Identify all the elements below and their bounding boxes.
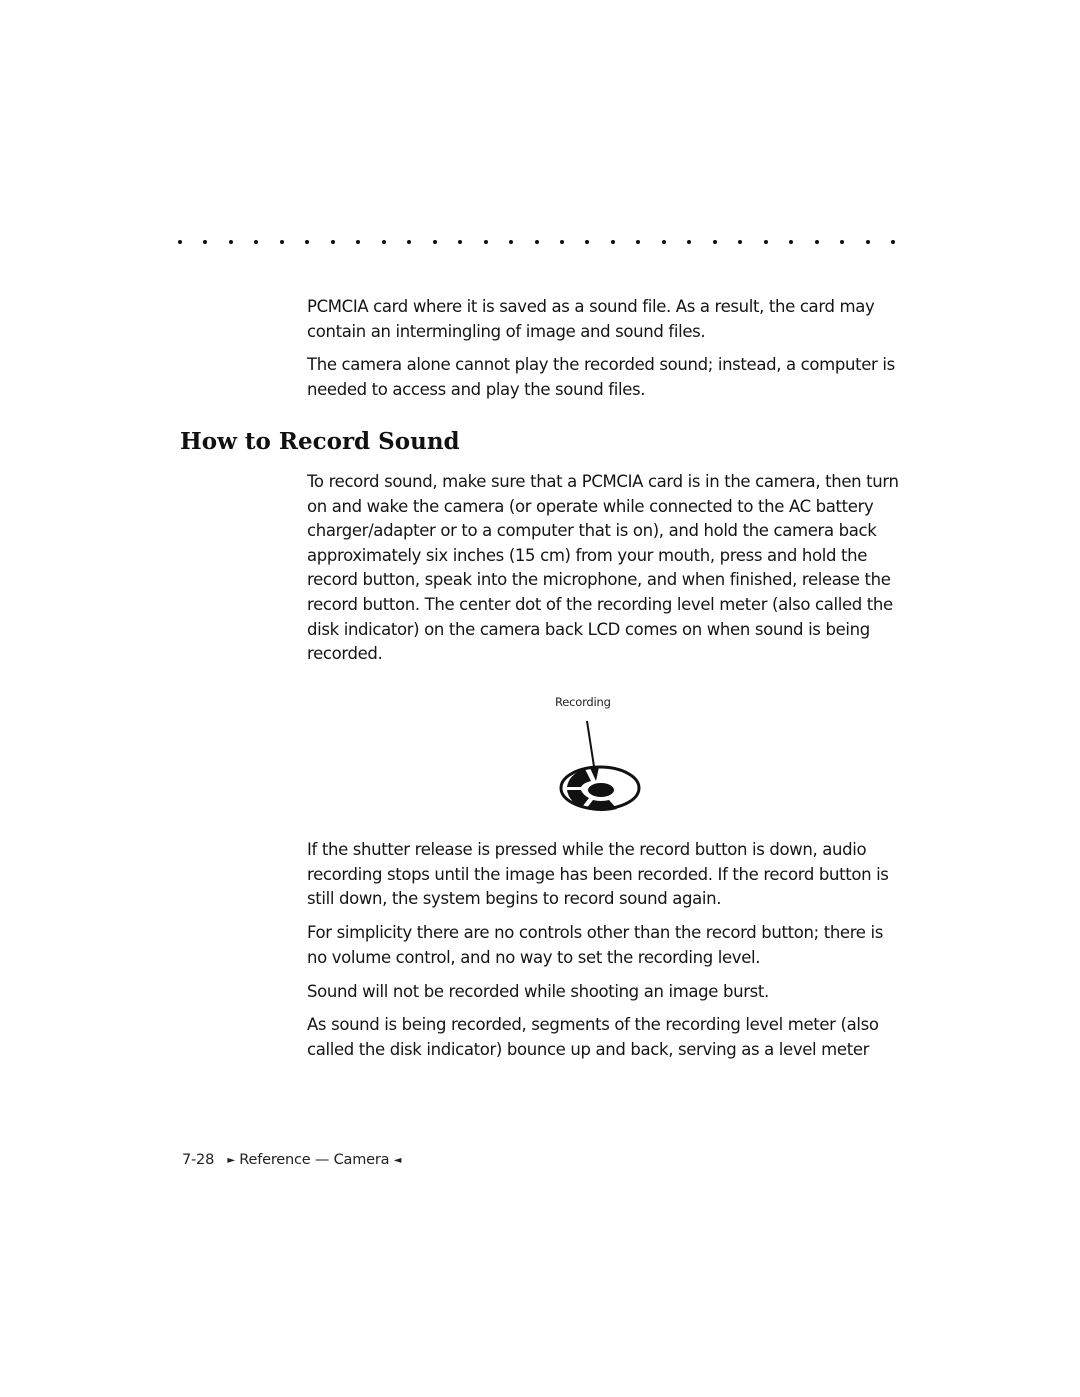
separator-dot (483, 240, 488, 244)
separator-dot (356, 240, 361, 244)
recording-figure: Recording (545, 695, 655, 815)
separator-dot (610, 240, 615, 244)
separator-dot (865, 240, 870, 244)
disk-indicator-icon (559, 720, 641, 811)
separator-dot (254, 240, 259, 244)
figure-label: Recording (555, 695, 611, 709)
separator-dot (178, 240, 182, 244)
meter-segment-bottom (586, 800, 617, 811)
page-footer: 7-28 ► Reference — Camera ◄ (182, 1152, 401, 1168)
intro-paragraph-1: PCMCIA card where it is saved as a sound… (307, 297, 875, 341)
separator-dot (763, 240, 768, 244)
paragraph-simplicity: For simplicity there are no controls oth… (307, 923, 883, 967)
separator-dot (661, 240, 666, 244)
separator-dot (458, 240, 463, 244)
separator-dot (814, 240, 819, 244)
intro-paragraph-2: The camera alone cannot play the recorde… (307, 355, 895, 399)
separator-dot (534, 240, 539, 244)
separator-dot (636, 240, 641, 244)
center-dot (586, 781, 616, 799)
separator-dot (789, 240, 794, 244)
paragraph-level-meter: As sound is being recorded, segments of … (307, 1015, 879, 1059)
separator-dot (228, 240, 233, 244)
pointer-arrow-line (586, 720, 596, 774)
separator-dot (509, 240, 514, 244)
separator-dot (381, 240, 386, 244)
separator-dot (687, 240, 692, 244)
meter-segment-upper (567, 769, 591, 787)
instructions-paragraph: To record sound, make sure that a PCMCIA… (307, 472, 899, 664)
meter-segment-lower (567, 790, 589, 807)
pointer-arrowhead (590, 767, 599, 781)
dotted-separator (178, 240, 898, 246)
separator-dot (891, 240, 895, 244)
section-heading: How to Record Sound (180, 428, 460, 455)
separator-dot (840, 240, 845, 244)
footer-section-title: Reference — Camera (239, 1152, 390, 1168)
separator-dot (432, 240, 437, 244)
separator-dot (203, 240, 208, 244)
paragraph-shutter: If the shutter release is pressed while … (307, 840, 889, 909)
separator-dot (305, 240, 310, 244)
separator-dot (559, 240, 564, 244)
separator-dot (585, 240, 590, 244)
paragraph-burst: Sound will not be recorded while shootin… (307, 982, 769, 1001)
page-number: 7-28 (182, 1152, 215, 1168)
right-triangle-icon: ► (227, 1155, 235, 1166)
separator-dot (738, 240, 743, 244)
separator-dot (279, 240, 284, 244)
left-triangle-icon: ◄ (393, 1155, 402, 1166)
separator-dot (330, 240, 335, 244)
separator-dot (407, 240, 412, 244)
separator-dot (712, 240, 717, 244)
